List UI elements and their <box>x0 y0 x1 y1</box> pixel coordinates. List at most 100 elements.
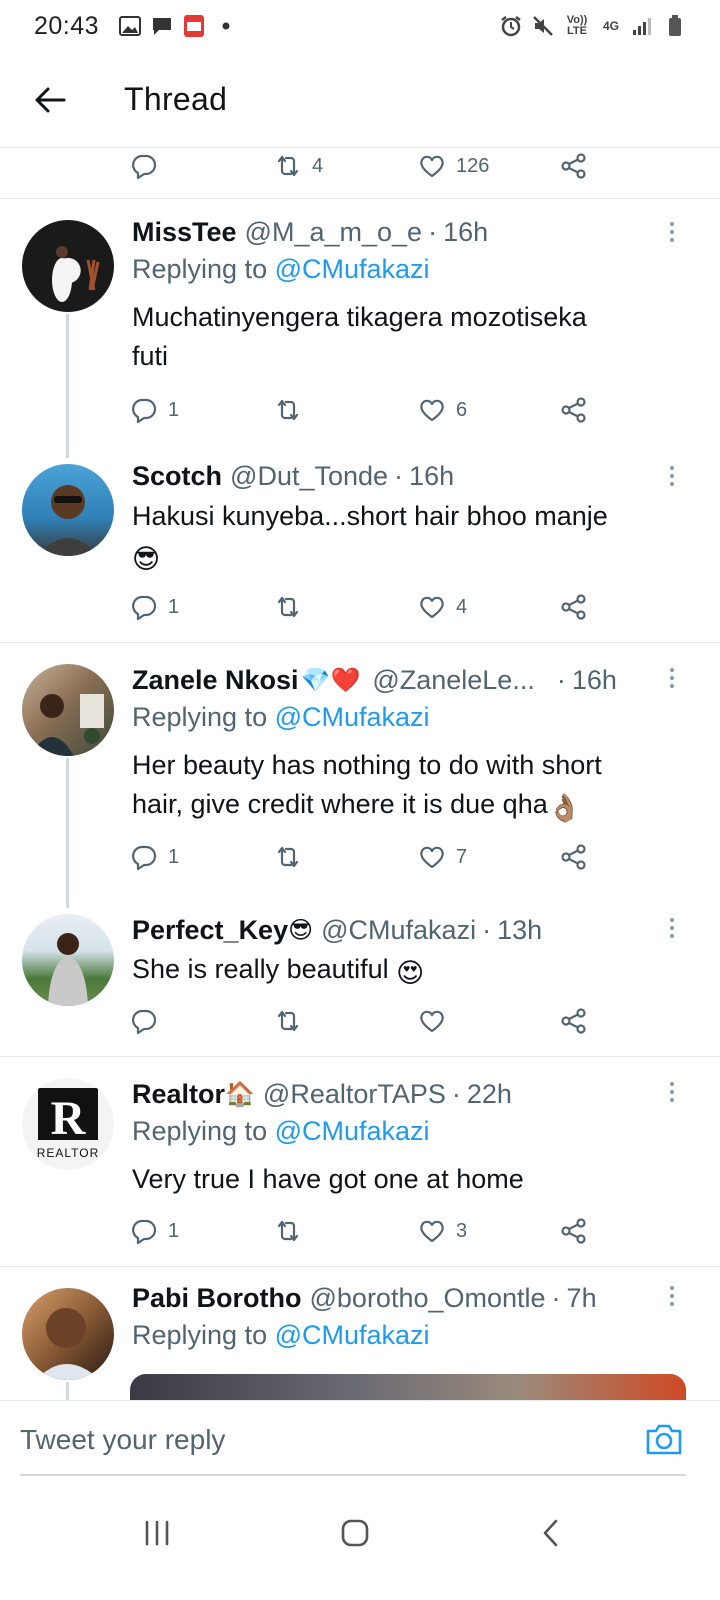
emoji: 👌🏽 <box>547 793 582 823</box>
timestamp[interactable]: 22h <box>467 1079 512 1110</box>
avatar[interactable] <box>22 914 114 1006</box>
handle[interactable]: @ZaneleLe... <box>372 665 535 696</box>
tweet-text: Her beauty has nothing to do with short … <box>132 746 682 828</box>
avatar[interactable]: R REALTOR <box>22 1078 114 1170</box>
display-name[interactable]: Pabi Borotho <box>132 1283 302 1314</box>
like-count: 7 <box>456 845 468 868</box>
tweet-actions: 1 3 <box>130 1213 610 1249</box>
mention-link[interactable]: @CMufakazi <box>275 702 430 732</box>
retweet-button[interactable] <box>274 1003 302 1039</box>
retweet-button[interactable] <box>274 392 302 428</box>
back-button[interactable] <box>20 70 80 130</box>
mute-icon <box>532 15 554 37</box>
replying-to: Replying to @CMufakazi <box>132 1320 430 1350</box>
avatar[interactable] <box>22 464 114 556</box>
retweet-icon <box>277 1010 299 1032</box>
more-options-button[interactable] <box>660 658 684 698</box>
tweet-text: She is really beautiful 😍 <box>132 950 682 993</box>
reply-button[interactable]: 1 <box>130 839 179 875</box>
more-options-button[interactable] <box>660 908 684 948</box>
tweet-header: Zanele Nkosi 💎❤️ @ZaneleLe... · 16h <box>132 664 617 696</box>
share-button[interactable] <box>560 589 588 625</box>
avatar[interactable] <box>22 664 114 756</box>
handle[interactable]: @RealtorTAPS <box>263 1079 446 1110</box>
tweet-header: Realtor 🏠 @RealtorTAPS · 22h <box>132 1078 512 1110</box>
retweet-button[interactable] <box>274 589 302 625</box>
4g-icon: 4G <box>602 19 619 33</box>
like-button[interactable]: 6 <box>418 392 467 428</box>
mention-link[interactable]: @CMufakazi <box>275 254 430 284</box>
reply-count: 1 <box>168 595 180 618</box>
like-button[interactable]: 4 <box>418 589 467 625</box>
reply-button[interactable]: 1 <box>130 589 179 625</box>
display-name[interactable]: Realtor <box>132 1079 225 1110</box>
display-name[interactable]: Scotch <box>132 461 222 492</box>
status-time: 20:43 <box>34 11 100 40</box>
like-button[interactable]: 7 <box>418 839 467 875</box>
share-button[interactable] <box>560 839 588 875</box>
heart-icon <box>420 1010 444 1033</box>
handle[interactable]: @CMufakazi <box>321 915 476 946</box>
thread-feed[interactable]: 4 126 MissTee @M_a_m_o_e · 16h Replying … <box>0 148 720 1400</box>
system-back-button[interactable] <box>516 1508 586 1558</box>
more-options-button[interactable] <box>660 212 684 252</box>
timestamp[interactable]: 16h <box>409 461 454 492</box>
avatar[interactable] <box>22 1288 114 1380</box>
chevron-left-icon <box>543 1519 558 1547</box>
retweet-button[interactable]: 4 <box>274 148 323 184</box>
share-button[interactable] <box>560 148 588 184</box>
reply-button[interactable] <box>130 1003 168 1039</box>
share-button[interactable] <box>560 392 588 428</box>
display-name[interactable]: Perfect_Key <box>132 915 288 946</box>
reply-button[interactable]: 1 <box>130 392 179 428</box>
retweet-count: 4 <box>312 154 324 177</box>
mention-link[interactable]: @CMufakazi <box>275 1116 430 1146</box>
more-options-button[interactable] <box>660 1276 684 1316</box>
volte-icon: Vo)) LTE <box>566 14 588 37</box>
emoji: 😍 <box>396 958 425 988</box>
timestamp[interactable]: 16h <box>443 217 488 248</box>
share-icon <box>561 594 586 620</box>
more-options-button[interactable] <box>660 456 684 496</box>
reply-icon <box>132 1219 157 1245</box>
like-button[interactable]: 126 <box>418 148 489 184</box>
header: Thread <box>0 52 720 148</box>
retweet-icon <box>277 1220 299 1242</box>
divider <box>0 198 720 199</box>
avatar[interactable] <box>22 220 114 312</box>
display-name[interactable]: Zanele Nkosi <box>132 665 299 696</box>
status-bar: 20:43 Vo)) LTE 4G <box>0 0 720 52</box>
share-icon <box>561 1218 586 1244</box>
divider <box>0 642 720 643</box>
handle[interactable]: @Dut_Tonde <box>230 461 388 492</box>
display-name[interactable]: MissTee <box>132 217 237 248</box>
like-button[interactable]: 3 <box>418 1213 467 1249</box>
recent-apps-button[interactable] <box>122 1508 192 1558</box>
retweet-button[interactable] <box>274 1213 302 1249</box>
handle[interactable]: @M_a_m_o_e <box>245 217 423 248</box>
timestamp[interactable]: 7h <box>567 1283 597 1314</box>
timestamp[interactable]: 13h <box>497 915 542 946</box>
like-button[interactable] <box>418 1003 456 1039</box>
reply-input[interactable] <box>20 1415 620 1465</box>
retweet-button[interactable] <box>274 839 302 875</box>
like-count: 126 <box>456 154 490 177</box>
more-options-button[interactable] <box>660 1072 684 1112</box>
timestamp[interactable]: 16h <box>572 665 617 696</box>
tweet-text: Muchatinyengera tikagera mozotiseka futi <box>132 302 587 371</box>
share-button[interactable] <box>560 1003 588 1039</box>
heart-icon <box>420 399 444 422</box>
share-icon <box>561 397 586 423</box>
share-button[interactable] <box>560 1213 588 1249</box>
replying-to: Replying to @CMufakazi <box>132 702 430 732</box>
reply-button[interactable] <box>130 148 158 184</box>
media-image[interactable] <box>130 1374 686 1400</box>
tweet-text: Hakusi kunyeba...short hair bhoo manje 😎 <box>132 497 682 579</box>
home-button[interactable] <box>320 1508 390 1558</box>
handle[interactable]: @borotho_Omontle <box>310 1283 546 1314</box>
camera-button[interactable] <box>644 1421 684 1461</box>
reply-button[interactable]: 1 <box>130 1213 179 1249</box>
page-title: Thread <box>124 81 228 117</box>
tweet-actions: 1 6 <box>130 392 610 428</box>
mention-link[interactable]: @CMufakazi <box>275 1320 430 1350</box>
